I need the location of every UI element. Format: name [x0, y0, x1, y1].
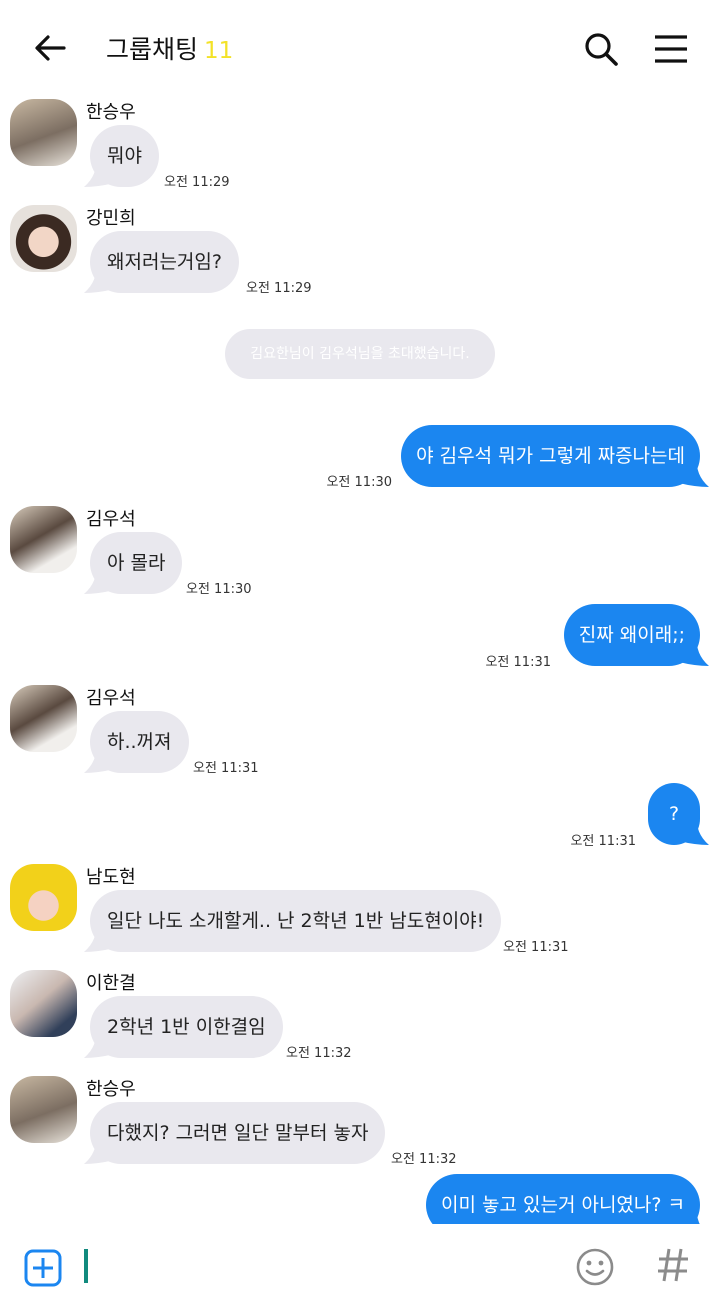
sender-name: 김우석 — [86, 688, 136, 709]
menu-button[interactable] — [652, 31, 690, 67]
message-bubble-outgoing[interactable]: ? — [648, 783, 700, 845]
chat-header: 그룹채팅 11 — [0, 0, 720, 92]
message-time: 오전 11:30 — [186, 582, 252, 597]
message-time: 오전 11:29 — [164, 175, 230, 190]
message-time: 오전 11:31 — [503, 940, 569, 955]
message-time: 오전 11:31 — [193, 761, 259, 776]
message-time: 오전 11:32 — [286, 1046, 352, 1061]
avatar-leehangyul[interactable] — [10, 970, 77, 1037]
avatar-namdohyun[interactable] — [10, 864, 77, 931]
emoji-button[interactable] — [575, 1247, 615, 1287]
message-bubble-incoming[interactable]: 아 몰라 — [90, 532, 183, 594]
sender-name: 한승우 — [86, 1079, 136, 1100]
hashtag-button[interactable] — [655, 1244, 691, 1286]
avatar-hanseungwoo[interactable] — [10, 1076, 77, 1143]
menu-icon — [655, 35, 687, 63]
emoji-icon — [576, 1248, 614, 1286]
search-icon — [585, 33, 618, 66]
chat-title: 그룹채팅 — [106, 35, 199, 64]
sender-name: 남도현 — [86, 867, 136, 888]
message-bubble-incoming[interactable]: 일단 나도 소개할게.. 난 2학년 1반 남도현이야! — [90, 890, 502, 952]
message-bubble-incoming[interactable]: 2학년 1반 이한결임 — [90, 996, 283, 1058]
hashtag-icon — [658, 1248, 688, 1282]
message-bubble-outgoing[interactable]: 진짜 왜이래;; — [563, 604, 700, 666]
back-arrow-icon — [35, 35, 66, 61]
message-bubble-outgoing[interactable]: 야 김우석 뭐가 그렇게 짜증나는데 — [401, 425, 700, 487]
avatar-hanseungwoo[interactable] — [10, 99, 77, 166]
message-bubble-incoming[interactable]: 뭐야 — [90, 125, 159, 187]
message-time: 오전 11:29 — [246, 281, 312, 296]
avatar-kangminhee[interactable] — [10, 205, 77, 272]
member-count: 11 — [204, 38, 234, 64]
message-time: 오전 11:31 — [485, 655, 551, 670]
message-bubble-incoming[interactable]: 하..꺼져 — [90, 711, 189, 773]
message-bubble-incoming[interactable]: 다했지? 그러면 일단 말부터 놓자 — [90, 1102, 386, 1164]
system-invite-notice: 김요한님이 김우석님을 초대했습니다. — [225, 329, 495, 379]
page-title: 그룹채팅 11 — [106, 30, 233, 66]
add-attachment-button[interactable] — [24, 1249, 62, 1287]
sender-name: 강민희 — [86, 208, 136, 229]
avatar-kimwooseok[interactable] — [10, 685, 77, 752]
message-time: 오전 11:32 — [391, 1152, 457, 1167]
message-time: 오전 11:31 — [570, 834, 636, 849]
sender-name: 이한결 — [86, 973, 136, 994]
search-button[interactable] — [581, 29, 621, 69]
message-input-field[interactable] — [84, 1249, 88, 1283]
back-button[interactable] — [30, 28, 70, 68]
message-time: 오전 11:30 — [326, 475, 392, 490]
add-plus-icon — [24, 1249, 62, 1287]
message-bubble-incoming[interactable]: 왜저러는거임? — [90, 231, 239, 293]
sender-name: 한승우 — [86, 102, 136, 123]
avatar-kimwooseok[interactable] — [10, 506, 77, 573]
sender-name: 김우석 — [86, 509, 136, 530]
